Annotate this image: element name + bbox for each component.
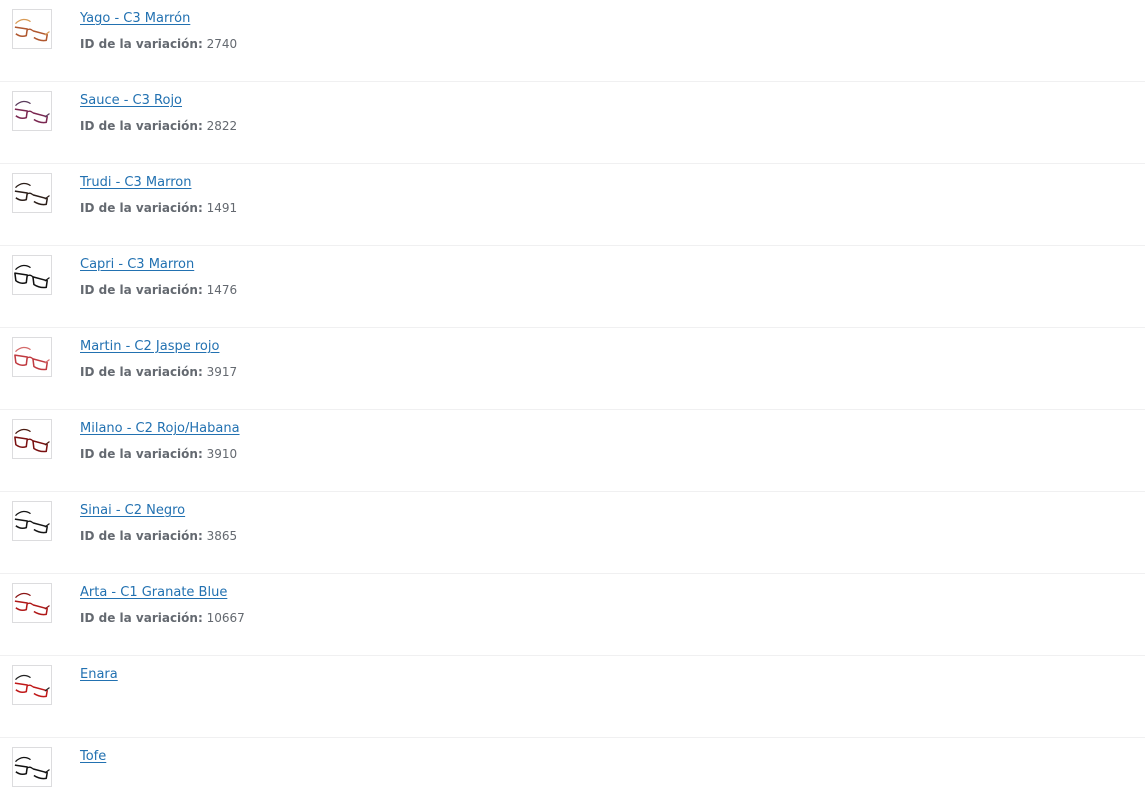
variation-id-value: 3910 bbox=[206, 447, 238, 461]
variation-id: ID de la variación: 10667 bbox=[80, 610, 245, 626]
product-link[interactable]: Sauce - C3 Rojo bbox=[80, 92, 182, 110]
glasses-image bbox=[14, 674, 50, 698]
variation-id: ID de la variación: 3865 bbox=[80, 528, 237, 544]
glasses-image bbox=[14, 100, 50, 124]
product-link[interactable]: Enara bbox=[80, 666, 118, 684]
product-link[interactable]: Arta - C1 Granate Blue bbox=[80, 584, 227, 602]
product-thumbnail[interactable] bbox=[12, 173, 52, 213]
list-item: Enara bbox=[0, 656, 1145, 738]
product-thumbnail[interactable] bbox=[12, 9, 52, 49]
variation-id-label: ID de la variación: bbox=[80, 119, 203, 133]
list-item: Milano - C2 Rojo/Habana ID de la variaci… bbox=[0, 410, 1145, 492]
list-item: Arta - C1 Granate Blue ID de la variació… bbox=[0, 574, 1145, 656]
glasses-image bbox=[14, 428, 50, 453]
product-thumbnail[interactable] bbox=[12, 747, 52, 787]
product-variation-list: Yago - C3 Marrón ID de la variación: 274… bbox=[0, 0, 1145, 809]
variation-id-label: ID de la variación: bbox=[80, 201, 203, 215]
glasses-image bbox=[14, 346, 50, 371]
product-thumbnail[interactable] bbox=[12, 255, 52, 295]
variation-id-value: 2822 bbox=[206, 119, 238, 133]
glasses-image bbox=[14, 264, 50, 289]
variation-id: ID de la variación: 1491 bbox=[80, 200, 237, 216]
variation-id: ID de la variación: 2822 bbox=[80, 118, 237, 134]
list-item: Martin - C2 Jaspe rojo ID de la variació… bbox=[0, 328, 1145, 410]
glasses-image bbox=[14, 18, 50, 42]
list-item: Trudi - C3 Marron ID de la variación: 14… bbox=[0, 164, 1145, 246]
glasses-image bbox=[14, 592, 50, 616]
product-link[interactable]: Sinai - C2 Negro bbox=[80, 502, 185, 520]
variation-id-value: 10667 bbox=[206, 611, 245, 625]
variation-id-value: 3917 bbox=[206, 365, 238, 379]
variation-id: ID de la variación: 2740 bbox=[80, 36, 237, 52]
variation-id-label: ID de la variación: bbox=[80, 447, 203, 461]
variation-id-label: ID de la variación: bbox=[80, 529, 203, 543]
product-thumbnail[interactable] bbox=[12, 501, 52, 541]
list-item: Sauce - C3 Rojo ID de la variación: 2822 bbox=[0, 82, 1145, 164]
variation-id-label: ID de la variación: bbox=[80, 283, 203, 297]
product-link[interactable]: Capri - C3 Marron bbox=[80, 256, 194, 274]
product-thumbnail[interactable] bbox=[12, 337, 52, 377]
glasses-image bbox=[14, 756, 50, 780]
glasses-image bbox=[14, 510, 50, 534]
variation-id-label: ID de la variación: bbox=[80, 611, 203, 625]
variation-id: ID de la variación: 1476 bbox=[80, 282, 237, 298]
variation-id-value: 3865 bbox=[206, 529, 238, 543]
product-link[interactable]: Tofe bbox=[80, 748, 106, 766]
variation-id-value: 1476 bbox=[206, 283, 238, 297]
product-thumbnail[interactable] bbox=[12, 419, 52, 459]
list-item: Tofe bbox=[0, 738, 1145, 809]
variation-id-label: ID de la variación: bbox=[80, 365, 203, 379]
product-link[interactable]: Martin - C2 Jaspe rojo bbox=[80, 338, 219, 356]
variation-id-value: 1491 bbox=[206, 201, 238, 215]
product-thumbnail[interactable] bbox=[12, 91, 52, 131]
list-item: Capri - C3 Marron ID de la variación: 14… bbox=[0, 246, 1145, 328]
list-item: Sinai - C2 Negro ID de la variación: 386… bbox=[0, 492, 1145, 574]
product-link[interactable]: Trudi - C3 Marron bbox=[80, 174, 191, 192]
variation-id: ID de la variación: 3910 bbox=[80, 446, 237, 462]
product-thumbnail[interactable] bbox=[12, 665, 52, 705]
variation-id: ID de la variación: 3917 bbox=[80, 364, 237, 380]
product-link[interactable]: Milano - C2 Rojo/Habana bbox=[80, 420, 240, 438]
list-item: Yago - C3 Marrón ID de la variación: 274… bbox=[0, 0, 1145, 82]
product-thumbnail[interactable] bbox=[12, 583, 52, 623]
product-link[interactable]: Yago - C3 Marrón bbox=[80, 10, 190, 28]
variation-id-value: 2740 bbox=[206, 37, 238, 51]
glasses-image bbox=[14, 182, 50, 206]
variation-id-label: ID de la variación: bbox=[80, 37, 203, 51]
